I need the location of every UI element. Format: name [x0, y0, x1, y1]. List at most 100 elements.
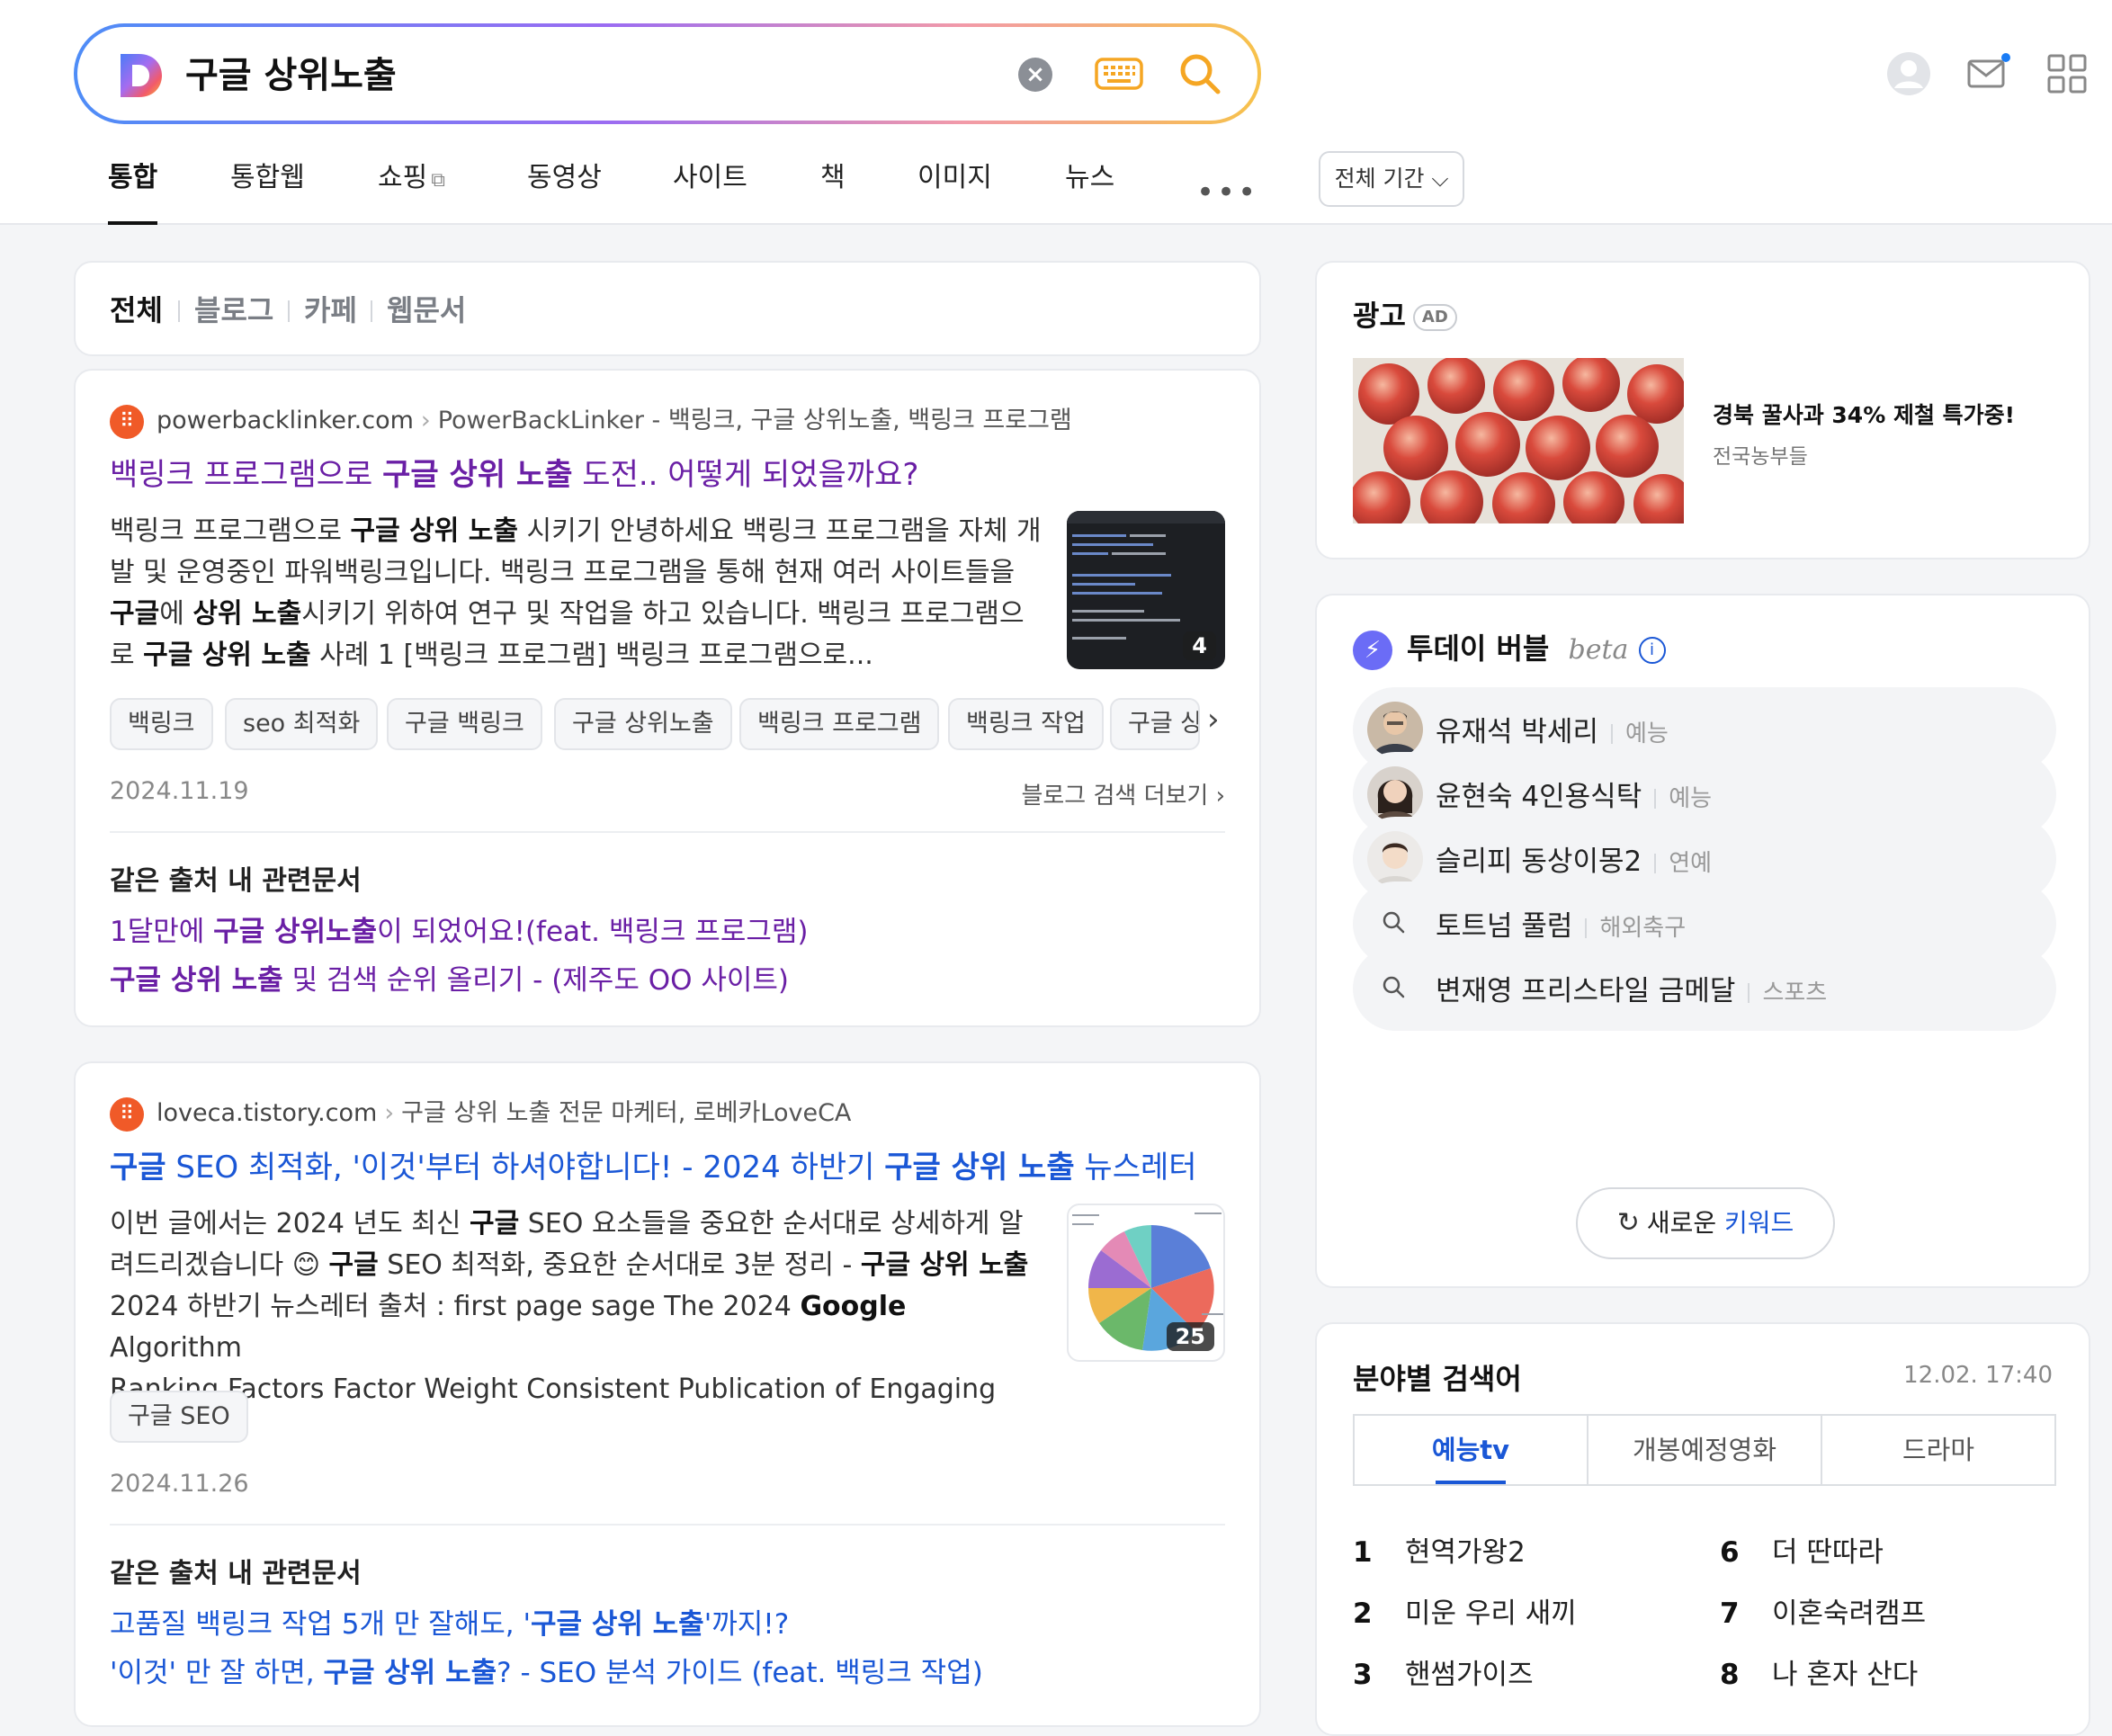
result-breadcrumb: PowerBackLinker - 백링크, 구글 상위노출, 백링크 프로그램: [437, 407, 1072, 434]
related-doc-link[interactable]: 1달만에 구글 상위노출이 되었어요!(feat. 백링크 프로그램): [110, 908, 808, 949]
keyword-tag[interactable]: 백링크: [110, 698, 213, 750]
filter-card: 전체 블로그 카페 웹문서: [74, 261, 1261, 356]
result-date: 2024.11.19: [110, 777, 249, 805]
snippet-highlight: 구글: [110, 598, 160, 630]
blog-search-more-link[interactable]: 블로그 검색 더보기 ›: [1021, 777, 1225, 810]
user-icon[interactable]: [1885, 50, 1932, 97]
bubble-item[interactable]: 변재영 프리스타일 금메달 스포츠: [1353, 946, 2056, 1031]
snippet-text: 로: [110, 640, 144, 671]
divider: [1585, 917, 1588, 938]
snippet-text: 백링크 프로그램으로: [110, 515, 351, 547]
link-highlight: 구글 상위 노출: [323, 1657, 497, 1689]
keyword-category: 해외축구: [1599, 915, 1687, 942]
search-box[interactable]: 구글 상위노출 ×: [74, 23, 1261, 124]
daum-logo-icon[interactable]: [117, 50, 164, 101]
tab-drama[interactable]: 드라마: [1821, 1416, 2054, 1484]
result-source[interactable]: loveca.tistory.com›구글 상위 노출 전문 마케터, 로베카L…: [110, 1096, 851, 1132]
rank-number: 8: [1720, 1659, 1740, 1691]
result-thumbnail[interactable]: 4: [1067, 511, 1225, 669]
search-result: loveca.tistory.com›구글 상위 노출 전문 마케터, 로베카L…: [74, 1061, 1261, 1727]
rank-item[interactable]: 3 핸썸가이즈: [1353, 1651, 1534, 1692]
keyword-tag[interactable]: 구글 백링크: [387, 698, 542, 750]
tab-books[interactable]: 책: [820, 153, 846, 203]
clear-icon[interactable]: ×: [1018, 58, 1052, 92]
category-search-card: 분야별 검색어 12.02. 17:40 예능tv 개봉예정영화 드라마 1 현역…: [1315, 1322, 2090, 1736]
divider: [110, 1524, 1225, 1526]
keyword-tag[interactable]: 백링크 작업: [948, 698, 1104, 750]
ad-card: 광고 AD 경북 꿀사과 34% 제철 특가중! 전국농부들: [1315, 261, 2090, 559]
tab-integrated[interactable]: 통합: [108, 153, 158, 225]
beta-label: beta: [1568, 634, 1629, 666]
rank-keyword: 이혼숙려캠프: [1772, 1597, 1927, 1630]
tab-site[interactable]: 사이트: [673, 153, 747, 203]
keyword-tag[interactable]: 구글 상: [1110, 698, 1200, 750]
refresh-icon: ↻: [1616, 1207, 1640, 1239]
tab-images[interactable]: 이미지: [917, 153, 992, 203]
search-query[interactable]: 구글 상위노출: [185, 50, 397, 101]
filter-webdoc[interactable]: 웹문서: [387, 290, 466, 331]
rank-number: 2: [1353, 1597, 1373, 1630]
related-doc-link[interactable]: '이것' 만 잘 하면, 구글 상위 노출? - SEO 분석 가이드 (fea…: [110, 1650, 983, 1690]
bubble-keyword: 변재영 프리스타일 금메달 스포츠: [1436, 968, 1827, 1008]
result-source[interactable]: powerbacklinker.com›PowerBackLinker - 백링…: [110, 403, 1072, 439]
keyword-tag[interactable]: seo 최적화: [225, 698, 379, 750]
snippet-text: Algorithm: [110, 1332, 242, 1364]
rank-keyword: 나 혼자 산다: [1772, 1659, 1919, 1691]
search-icon[interactable]: [1177, 50, 1223, 97]
rank-item[interactable]: 7 이혼숙려캠프: [1720, 1590, 1926, 1631]
tab-variety-tv[interactable]: 예능tv: [1355, 1416, 1587, 1484]
updated-time: 12.02. 17:40: [1903, 1362, 2053, 1389]
ad-seller[interactable]: 전국농부들: [1713, 439, 1808, 470]
title-highlight: 구글 상위 노출: [884, 1150, 1075, 1186]
apples-image: [1353, 358, 1684, 523]
chevron-right-icon: ›: [384, 1099, 395, 1127]
tab-integrated-web[interactable]: 통합웹: [230, 153, 305, 203]
divider: [1610, 723, 1613, 744]
snippet-text: 에: [159, 598, 193, 630]
tab-shopping-label: 쇼핑: [378, 162, 428, 193]
more-tabs-icon[interactable]: •••: [1196, 174, 1258, 210]
button-highlight: 키워드: [1724, 1208, 1794, 1238]
tab-upcoming-movies[interactable]: 개봉예정영화: [1587, 1416, 1821, 1484]
snippet-text: 이번 글에서는 2024 년도 최신: [110, 1208, 470, 1239]
filter-divider: [178, 300, 180, 322]
new-keywords-button[interactable]: ↻ 새로운 키워드: [1576, 1187, 1835, 1259]
keyboard-icon[interactable]: [1094, 54, 1144, 94]
person-avatar: [1367, 766, 1423, 822]
related-doc-link[interactable]: 고품질 백링크 작업 5개 만 잘해도, '구글 상위 노출'까지!?: [110, 1601, 789, 1642]
result-title[interactable]: 구글 SEO 최적화, '이것'부터 하셔야합니다! - 2024 하반기 구글…: [110, 1146, 1197, 1189]
snippet-text: 발 및 운영중인 파워백링크입니다. 백링크 프로그램을 통해 현재 여러 사이…: [110, 557, 1016, 588]
keyword-tag[interactable]: 구글 SEO: [110, 1391, 248, 1443]
result-title[interactable]: 백링크 프로그램으로 구글 상위 노출 도전.. 어떻게 되었을까요?: [110, 453, 918, 497]
rank-item[interactable]: 6 더 딴따라: [1720, 1529, 1884, 1570]
chevron-right-icon[interactable]: ›: [1207, 702, 1220, 738]
filter-all[interactable]: 전체: [110, 290, 163, 331]
keyword-text: 윤현숙 4인용식탁: [1436, 781, 1642, 813]
category-tabs: 예능tv 개봉예정영화 드라마: [1353, 1414, 2056, 1486]
related-doc-link[interactable]: 구글 상위 노출 및 검색 순위 올리기 - (제주도 OO 사이트): [110, 957, 789, 998]
filter-cafe[interactable]: 카페: [304, 290, 357, 331]
link-text: 1달만에: [110, 916, 214, 948]
tab-shopping[interactable]: 쇼핑 ⧉: [378, 153, 445, 206]
grid-menu-icon[interactable]: [2044, 50, 2090, 97]
info-icon[interactable]: i: [1638, 637, 1666, 664]
filter-blog[interactable]: 블로그: [194, 290, 273, 331]
rank-item[interactable]: 8 나 혼자 산다: [1720, 1651, 1918, 1692]
filter-divider: [371, 300, 372, 322]
rank-item[interactable]: 1 현역가왕2: [1353, 1529, 1526, 1570]
keyword-tag[interactable]: 구글 상위노출: [554, 698, 732, 750]
result-thumbnail[interactable]: 25: [1067, 1204, 1225, 1362]
period-dropdown[interactable]: 전체 기간 ⌵: [1319, 151, 1464, 207]
keyword-category: 연예: [1669, 850, 1713, 877]
keyword-tag[interactable]: 백링크 프로그램: [739, 698, 940, 750]
ad-image[interactable]: [1353, 358, 1684, 523]
ad-title: 광고 AD: [1353, 293, 1457, 335]
mail-icon[interactable]: [1964, 50, 2011, 97]
ad-headline[interactable]: 경북 꿀사과 34% 제철 특가중!: [1713, 398, 2015, 430]
tab-video[interactable]: 동영상: [527, 153, 602, 203]
tab-news[interactable]: 뉴스: [1065, 153, 1114, 203]
snippet-text: 시키기 안녕하세요 백링크 프로그램을 자체 개: [517, 515, 1042, 547]
rank-item[interactable]: 2 미운 우리 새끼: [1353, 1590, 1577, 1631]
rank-number: 6: [1720, 1536, 1740, 1569]
divider: [1654, 853, 1657, 873]
